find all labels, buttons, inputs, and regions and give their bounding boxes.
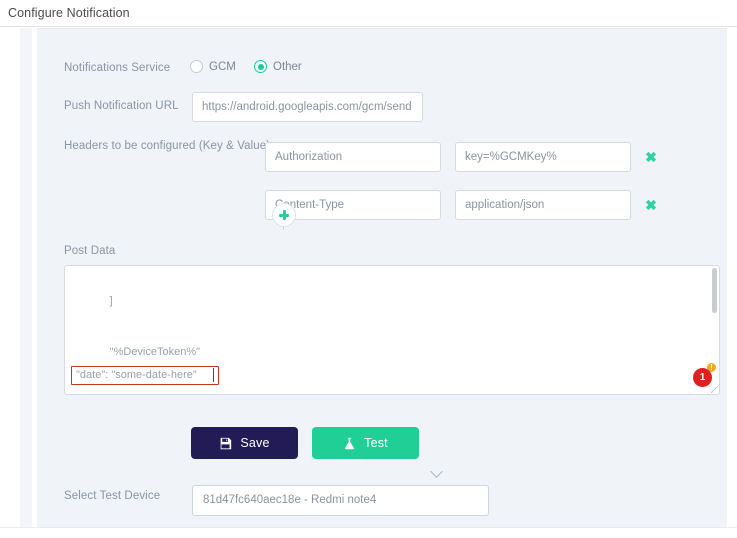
header-key-input-0[interactable]: Authorization bbox=[265, 142, 441, 172]
text-caret bbox=[213, 368, 214, 382]
select-test-device-dropdown[interactable]: 81d47fc640aec18e - Redmi note4 bbox=[192, 485, 489, 516]
radio-option-gcm[interactable]: GCM bbox=[190, 60, 236, 73]
radio-other-label: Other bbox=[273, 60, 302, 73]
save-button-label: Save bbox=[240, 436, 270, 450]
test-button[interactable]: Test bbox=[312, 427, 419, 459]
test-button-label: Test bbox=[364, 436, 388, 450]
save-button[interactable]: Save bbox=[191, 427, 298, 459]
radio-other-indicator bbox=[254, 60, 267, 73]
sidebar-rail-outer bbox=[20, 28, 32, 528]
post-data-scrollbar[interactable] bbox=[712, 268, 717, 313]
notifications-service-label: Notifications Service bbox=[64, 62, 171, 74]
floppy-disk-save-icon bbox=[219, 437, 232, 450]
header-remove-icon-1[interactable]: ✖ bbox=[644, 198, 658, 212]
bottom-strip bbox=[0, 527, 737, 538]
post-data-line-clipped: ] bbox=[73, 295, 113, 307]
app-screen: Configure Notification Notifications Ser… bbox=[0, 0, 737, 538]
header-value-input-0[interactable]: key=%GCMKey% bbox=[455, 142, 631, 172]
header-value-input-1[interactable]: application/json bbox=[455, 190, 631, 220]
push-notification-url-input[interactable]: https://android.googleapis.com/gcm/send bbox=[192, 92, 423, 122]
radio-gcm-indicator bbox=[190, 60, 203, 73]
select-test-device-label: Select Test Device bbox=[64, 490, 161, 502]
page-title: Configure Notification bbox=[8, 6, 130, 20]
error-count-badge[interactable]: 1 bbox=[693, 368, 712, 387]
window-titlebar: Configure Notification bbox=[0, 0, 737, 27]
post-data-resize-handle[interactable] bbox=[711, 386, 718, 393]
headers-label: Headers to be configured (Key & Value) bbox=[64, 140, 271, 152]
post-data-line-0: "%DeviceToken%" bbox=[73, 346, 201, 358]
header-remove-icon-0[interactable]: ✖ bbox=[644, 150, 658, 164]
radio-gcm-label: GCM bbox=[209, 60, 236, 73]
radio-option-other[interactable]: Other bbox=[254, 60, 302, 73]
post-data-textarea[interactable]: ] "%DeviceToken%" ], "data": { "message"… bbox=[64, 265, 720, 395]
post-data-label: Post Data bbox=[64, 245, 116, 257]
flask-test-icon bbox=[343, 437, 356, 450]
post-data-date-line: "date": "some-date-here" bbox=[76, 369, 197, 381]
push-notification-url-label: Push Notification URL bbox=[64, 100, 179, 112]
add-header-button[interactable] bbox=[272, 203, 296, 227]
